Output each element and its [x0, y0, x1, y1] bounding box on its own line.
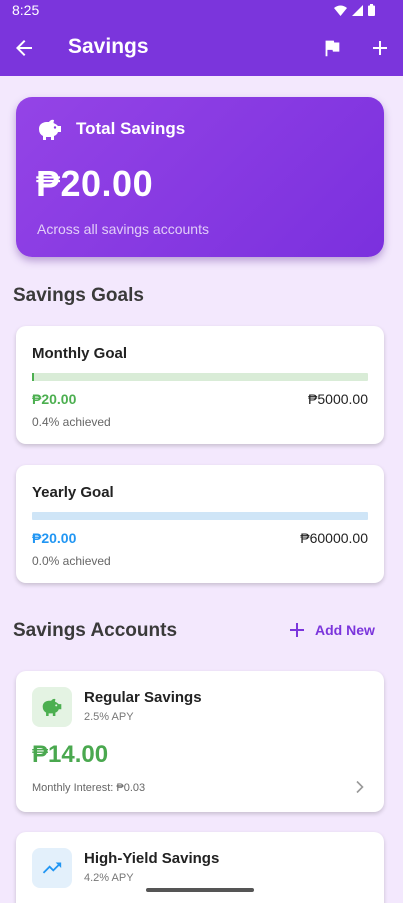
cell-signal-icon: [352, 4, 363, 16]
total-savings-subtitle: Across all savings accounts: [37, 221, 209, 237]
total-savings-card: Total Savings ₱20.00 Across all savings …: [16, 97, 384, 257]
add-icon[interactable]: [368, 36, 392, 60]
add-new-label: Add New: [315, 622, 375, 638]
account-apy: 2.5% APY: [84, 711, 134, 723]
goal-achieved-text: 0.4% achieved: [32, 415, 111, 429]
goal-progress-fill: [32, 373, 35, 381]
account-card-high-yield-savings[interactable]: High-Yield Savings 4.2% APY: [16, 832, 384, 903]
app-bar: Savings: [0, 20, 403, 76]
piggy-bank-icon: [39, 119, 61, 140]
goal-progress-bar: [32, 373, 368, 381]
goal-target-amount: ₱5000.00: [308, 391, 368, 407]
account-apy: 4.2% APY: [84, 872, 134, 884]
add-new-account-button[interactable]: Add New: [290, 622, 375, 638]
goal-title: Monthly Goal: [32, 345, 127, 362]
monthly-goal-card[interactable]: Monthly Goal ₱20.00 ₱5000.00 0.4% achiev…: [16, 326, 384, 444]
goal-current-amount: ₱20.00: [32, 391, 77, 407]
status-icons: [334, 4, 375, 16]
total-savings-label: Total Savings: [76, 119, 186, 138]
status-bar: 8:25: [0, 0, 403, 20]
savings-accounts-heading: Savings Accounts: [13, 620, 178, 641]
account-name: High-Yield Savings: [84, 850, 220, 867]
home-indicator: [146, 888, 254, 892]
goal-achieved-text: 0.0% achieved: [32, 554, 111, 568]
goal-progress-bar: [32, 512, 368, 520]
status-time: 8:25: [12, 2, 40, 18]
account-monthly-interest: Monthly Interest: ₱0.03: [32, 782, 146, 794]
goal-target-amount: ₱60000.00: [300, 530, 368, 546]
plus-icon: [290, 623, 304, 637]
total-savings-amount: ₱20.00: [36, 163, 154, 204]
flag-icon[interactable]: [321, 37, 343, 59]
piggy-bank-icon: [42, 698, 62, 716]
account-icon-badge: [32, 848, 72, 888]
account-card-regular-savings[interactable]: Regular Savings 2.5% APY ₱14.00 Monthly …: [16, 671, 384, 812]
goal-current-amount: ₱20.00: [32, 530, 77, 546]
goal-title: Yearly Goal: [32, 484, 114, 501]
account-name: Regular Savings: [84, 689, 202, 706]
account-icon-badge: [32, 687, 72, 727]
chevron-right-icon[interactable]: [353, 780, 367, 794]
savings-goals-heading: Savings Goals: [13, 285, 144, 306]
battery-icon: [368, 4, 375, 16]
page-title: Savings: [68, 35, 149, 58]
trending-up-icon: [42, 862, 62, 874]
wifi-icon: [334, 5, 347, 16]
back-arrow-icon[interactable]: [12, 36, 36, 60]
yearly-goal-card[interactable]: Yearly Goal ₱20.00 ₱60000.00 0.0% achiev…: [16, 465, 384, 583]
account-balance: ₱14.00: [32, 741, 109, 768]
